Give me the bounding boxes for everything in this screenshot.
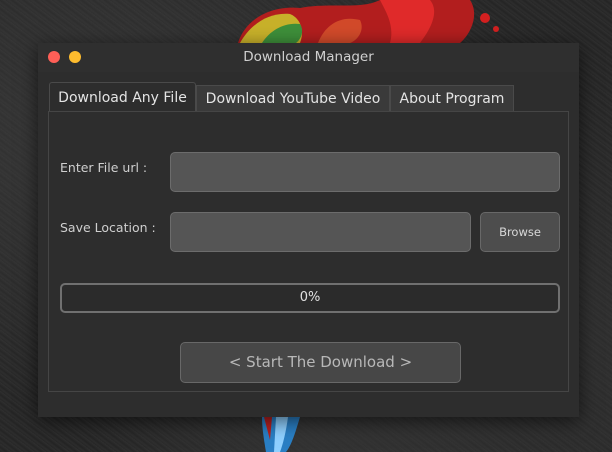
- progress-percentage: 0%: [299, 290, 321, 305]
- title-bar[interactable]: Download Manager: [38, 43, 579, 72]
- tab-about-program[interactable]: About Program: [390, 85, 514, 111]
- download-manager-window: Download Manager Download Any File Downl…: [38, 43, 579, 417]
- save-location-label: Save Location :: [60, 220, 156, 235]
- tab-download-any-file[interactable]: Download Any File: [49, 82, 196, 111]
- file-url-label: Enter File url :: [60, 160, 148, 175]
- window-title: Download Manager: [243, 49, 374, 65]
- file-url-input[interactable]: [170, 152, 560, 192]
- start-download-button[interactable]: < Start The Download >: [180, 342, 461, 383]
- download-panel: Enter File url : Save Location : Browse …: [48, 111, 569, 392]
- download-progress-bar: 0%: [60, 283, 560, 313]
- save-location-input[interactable]: [170, 212, 471, 252]
- browse-button[interactable]: Browse: [480, 212, 560, 252]
- tab-download-youtube-video[interactable]: Download YouTube Video: [196, 85, 390, 111]
